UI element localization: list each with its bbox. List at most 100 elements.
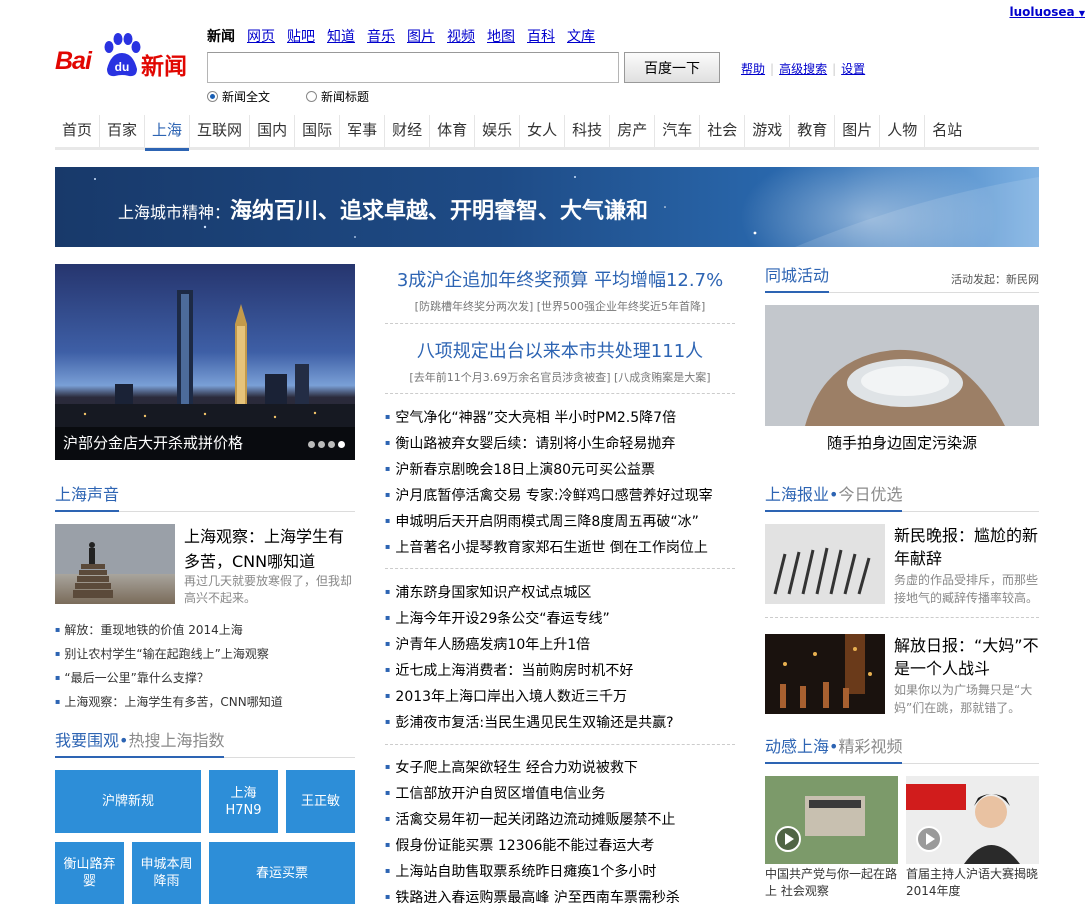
headline-2[interactable]: 八项规定出台以来本市共处理111人 bbox=[385, 337, 735, 363]
activity-caption[interactable]: 随手拍身边固定污染源 bbox=[765, 432, 1039, 453]
list-item[interactable]: 上海今年开设29条公交“春运专线” bbox=[385, 605, 735, 631]
list-item[interactable]: 沪月底暂停活禽交易 专家:冷鲜鸡口感营养好过现宰 bbox=[385, 482, 735, 508]
play-icon[interactable] bbox=[916, 826, 942, 852]
list-item[interactable]: 铁路进入春运购票最高峰 沪至西南车票需秒杀 bbox=[385, 884, 735, 910]
cat-pictures[interactable]: 图片 bbox=[835, 114, 881, 147]
paper2-title[interactable]: 解放日报：“大妈”不是一个人战斗 bbox=[894, 634, 1040, 680]
list-item[interactable]: 近七成上海消费者：当前购房时机不好 bbox=[385, 657, 735, 683]
user-menu-link[interactable]: luoluosea ▼ bbox=[1009, 5, 1085, 19]
list-item[interactable]: 解放：重现地铁的价值 2014上海 bbox=[55, 618, 355, 642]
tile-plate-rules[interactable]: 沪牌新规 bbox=[55, 770, 201, 833]
paper1-title[interactable]: 新民晚报：尴尬的新年献辞 bbox=[894, 524, 1040, 570]
settings-link[interactable]: 设置 bbox=[841, 62, 865, 76]
divider bbox=[385, 744, 735, 745]
list-item[interactable]: 工信部放开沪自贸区增值电信业务 bbox=[385, 780, 735, 806]
nav-music[interactable]: 音乐 bbox=[367, 26, 395, 46]
paper2-image[interactable] bbox=[765, 634, 885, 714]
baidu-news-logo[interactable]: Bai du 新闻 bbox=[55, 33, 195, 83]
nav-tieba[interactable]: 贴吧 bbox=[287, 26, 315, 46]
cat-finance[interactable]: 财经 bbox=[385, 114, 431, 147]
cat-domestic[interactable]: 国内 bbox=[250, 114, 296, 147]
papers-title-b[interactable]: 今日优选 bbox=[838, 485, 902, 504]
list-item[interactable]: 假身份证能买票 12306能不能过春运大考 bbox=[385, 832, 735, 858]
video-thumb-2[interactable] bbox=[906, 776, 1039, 864]
cat-education[interactable]: 教育 bbox=[790, 114, 836, 147]
cat-shanghai[interactable]: 上海 bbox=[145, 114, 191, 151]
play-icon[interactable] bbox=[775, 826, 801, 852]
photo-slider[interactable]: 沪部分金店大开杀戒拼价格 bbox=[55, 264, 355, 460]
search-input[interactable] bbox=[207, 52, 619, 83]
cat-international[interactable]: 国际 bbox=[295, 114, 341, 147]
cat-entertainment[interactable]: 娱乐 bbox=[475, 114, 521, 147]
video-title-a[interactable]: 动感上海 bbox=[765, 737, 829, 756]
tile-h7n9[interactable]: 上海H7N9 bbox=[209, 770, 278, 833]
tile-hengshan-baby[interactable]: 衡山路弃婴 bbox=[55, 842, 124, 904]
slider-dot-4[interactable] bbox=[338, 441, 345, 448]
list-item[interactable]: 上海站自助售取票系统昨日瘫痪1个多小时 bbox=[385, 858, 735, 884]
city-spirit-banner[interactable]: 上海城市精神：海纳百川、追求卓越、开明睿智、大气谦和 bbox=[55, 167, 1039, 247]
tile-spring-tickets[interactable]: 春运买票 bbox=[209, 842, 355, 904]
list-item[interactable]: 沪青年人肠癌发病10年上升1倍 bbox=[385, 631, 735, 657]
tile-wang-zhengmin[interactable]: 王正敏 bbox=[286, 770, 355, 833]
help-link[interactable]: 帮助 bbox=[741, 62, 765, 76]
cat-house[interactable]: 房产 bbox=[610, 114, 656, 147]
nav-zhidao[interactable]: 知道 bbox=[327, 26, 355, 46]
nav-images[interactable]: 图片 bbox=[407, 26, 435, 46]
advanced-search-link[interactable]: 高级搜索 bbox=[779, 62, 827, 76]
list-item[interactable]: 女子爬上高架欲轻生 经合力劝说被救下 bbox=[385, 754, 735, 780]
cat-tech[interactable]: 科技 bbox=[565, 114, 611, 147]
video-caption-2[interactable]: 首届主持人沪语大赛揭晓 2014年度 bbox=[906, 866, 1039, 900]
list-item[interactable]: 上海观察：上海学生有多苦，CNN哪知道 bbox=[55, 690, 355, 714]
papers-title-a[interactable]: 上海报业 bbox=[765, 485, 829, 504]
cat-people[interactable]: 人物 bbox=[880, 114, 926, 147]
slider-dot-1[interactable] bbox=[308, 441, 315, 448]
cat-sports[interactable]: 体育 bbox=[430, 114, 476, 147]
section-title[interactable]: 上海声音 bbox=[55, 482, 120, 512]
list-item[interactable]: 浦东跻身国家知识产权试点城区 bbox=[385, 579, 735, 605]
list-item[interactable]: 别让农村学生“输在起跑线上”上海观察 bbox=[55, 642, 355, 666]
cat-sites[interactable]: 名站 bbox=[925, 115, 969, 147]
list-item[interactable]: 彭浦夜市复活:当民生遇见民生双输还是共赢? bbox=[385, 709, 735, 735]
nav-baike[interactable]: 百科 bbox=[527, 26, 555, 46]
list-item[interactable]: 衡山路被弃女婴后续：请别将小生命轻易抛弃 bbox=[385, 430, 735, 456]
list-item[interactable]: 2013年上海口岸出入境人数近三千万 bbox=[385, 683, 735, 709]
watch-title-b[interactable]: 热搜上海指数 bbox=[128, 731, 224, 750]
video-thumb-1[interactable] bbox=[765, 776, 898, 864]
list-item[interactable]: 申城明后天开启阴雨模式周三降8度周五再破“冰” bbox=[385, 508, 735, 534]
list-item[interactable]: 沪新春京剧晚会18日上演80元可买公益票 bbox=[385, 456, 735, 482]
voice-feature-image[interactable] bbox=[55, 524, 175, 604]
cat-military[interactable]: 军事 bbox=[340, 114, 386, 147]
cat-society[interactable]: 社会 bbox=[700, 114, 746, 147]
paper1-image[interactable] bbox=[765, 524, 885, 604]
voice-feature-title[interactable]: 上海观察：上海学生有多苦，CNN哪知道 bbox=[184, 524, 356, 574]
subline-1[interactable]: [防跳槽年终奖分两次发] [世界500强企业年终奖近5年首降] bbox=[385, 298, 735, 314]
cat-games[interactable]: 游戏 bbox=[745, 114, 791, 147]
tile-rain-week[interactable]: 申城本周降雨 bbox=[132, 842, 201, 904]
slider-dot-3[interactable] bbox=[328, 441, 335, 448]
headline-1[interactable]: 3成沪企追加年终奖预算 平均增幅12.7% bbox=[385, 266, 735, 292]
cat-auto[interactable]: 汽车 bbox=[655, 114, 701, 147]
video-title-b[interactable]: 精彩视频 bbox=[838, 737, 902, 756]
nav-web[interactable]: 网页 bbox=[247, 26, 275, 46]
list-item[interactable]: 空气净化“神器”交大亮相 半小时PM2.5降7倍 bbox=[385, 404, 735, 430]
cat-baijia[interactable]: 百家 bbox=[100, 114, 146, 147]
video-caption-1[interactable]: 中国共产党与你一起在路上 社会观察 bbox=[765, 866, 898, 900]
search-button[interactable]: 百度一下 bbox=[624, 52, 720, 83]
cat-women[interactable]: 女人 bbox=[520, 114, 566, 147]
slider-dot-2[interactable] bbox=[318, 441, 325, 448]
cat-home[interactable]: 首页 bbox=[55, 114, 101, 147]
list-item[interactable]: 上音著名小提琴教育家郑石生逝世 倒在工作岗位上 bbox=[385, 534, 735, 560]
activity-image[interactable] bbox=[765, 305, 1039, 426]
nav-news[interactable]: 新闻 bbox=[207, 26, 235, 46]
cat-internet[interactable]: 互联网 bbox=[190, 114, 251, 147]
subline-2[interactable]: [去年前11个月3.69万余名官员涉贪被查] [八成贪贿案是大案] bbox=[385, 369, 735, 385]
watch-title-a[interactable]: 我要围观 bbox=[55, 731, 119, 750]
nav-wenku[interactable]: 文库 bbox=[567, 26, 595, 46]
nav-map[interactable]: 地图 bbox=[487, 26, 515, 46]
radio-title[interactable]: 新闻标题 bbox=[306, 88, 369, 105]
radio-fulltext[interactable]: 新闻全文 bbox=[207, 88, 270, 105]
list-item[interactable]: 活禽交易年初一起关闭路边流动摊贩屡禁不止 bbox=[385, 806, 735, 832]
section-title[interactable]: 同城活动 bbox=[765, 263, 830, 293]
nav-video[interactable]: 视频 bbox=[447, 26, 475, 46]
list-item[interactable]: “最后一公里”靠什么支撑？ bbox=[55, 666, 355, 690]
